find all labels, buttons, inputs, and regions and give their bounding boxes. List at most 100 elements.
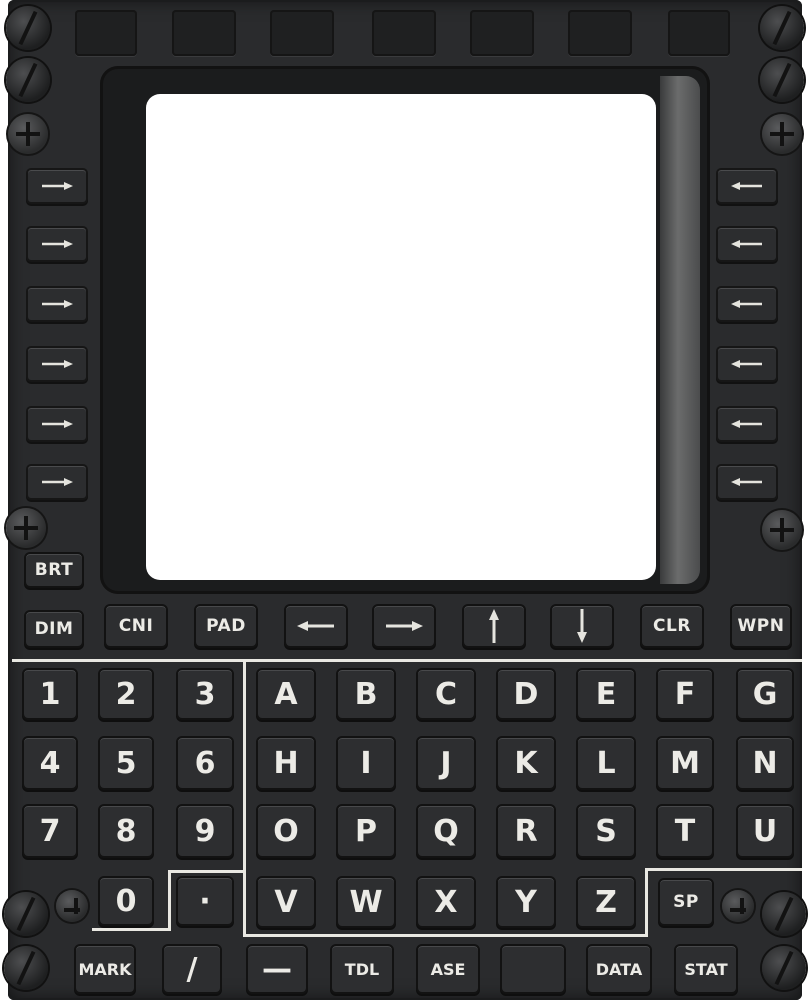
key-b[interactable]: B bbox=[336, 668, 396, 720]
key-j[interactable]: J bbox=[416, 736, 476, 790]
top-button-3[interactable] bbox=[270, 10, 334, 56]
key-g[interactable]: G bbox=[736, 668, 794, 720]
cni-key[interactable]: CNI bbox=[104, 604, 168, 648]
key-decimal[interactable]: · bbox=[176, 876, 234, 926]
key-8[interactable]: 8 bbox=[98, 804, 154, 858]
top-button-6[interactable] bbox=[568, 10, 632, 56]
key-3[interactable]: 3 bbox=[176, 668, 234, 720]
pad-key[interactable]: PAD bbox=[194, 604, 258, 648]
divider-line bbox=[168, 870, 171, 930]
key-a[interactable]: A bbox=[256, 668, 316, 720]
lsk-left-1[interactable] bbox=[26, 168, 88, 204]
screw-icon bbox=[6, 508, 46, 548]
key-h[interactable]: H bbox=[256, 736, 316, 790]
key-9[interactable]: 9 bbox=[176, 804, 234, 858]
lsk-left-3[interactable] bbox=[26, 286, 88, 322]
key-0[interactable]: 0 bbox=[98, 876, 154, 926]
key-i[interactable]: I bbox=[336, 736, 396, 790]
mark-key[interactable]: MARK bbox=[74, 944, 136, 994]
lsk-right-4[interactable] bbox=[716, 346, 778, 382]
key-w[interactable]: W bbox=[336, 876, 396, 928]
key-v[interactable]: V bbox=[256, 876, 316, 928]
data-key[interactable]: DATA bbox=[586, 944, 652, 994]
key-k[interactable]: K bbox=[496, 736, 556, 790]
key-1[interactable]: 1 bbox=[22, 668, 78, 720]
arrow-left-icon bbox=[731, 182, 762, 190]
lsk-left-2[interactable] bbox=[26, 226, 88, 262]
screw-icon bbox=[762, 510, 802, 550]
key-c[interactable]: C bbox=[416, 668, 476, 720]
key-l[interactable]: L bbox=[576, 736, 636, 790]
arrow-down-key[interactable] bbox=[550, 604, 614, 648]
top-button-2[interactable] bbox=[172, 10, 236, 56]
arrow-left-icon bbox=[731, 240, 762, 248]
arrow-left-icon bbox=[731, 300, 762, 308]
arrow-left-key[interactable] bbox=[284, 604, 348, 648]
arrow-right-icon bbox=[42, 300, 73, 308]
key-x[interactable]: X bbox=[416, 876, 476, 928]
stat-key[interactable]: STAT bbox=[674, 944, 738, 994]
ase-key[interactable]: ASE bbox=[416, 944, 480, 994]
lsk-right-6[interactable] bbox=[716, 464, 778, 500]
lsk-left-6[interactable] bbox=[26, 464, 88, 500]
key-n[interactable]: N bbox=[736, 736, 794, 790]
top-button-1[interactable] bbox=[75, 10, 137, 56]
corner-knob-bottom-right-upper bbox=[762, 892, 806, 936]
screw-icon bbox=[762, 114, 802, 154]
top-button-7[interactable] bbox=[668, 10, 730, 56]
lsk-right-1[interactable] bbox=[716, 168, 778, 204]
key-f[interactable]: F bbox=[656, 668, 714, 720]
key-7[interactable]: 7 bbox=[22, 804, 78, 858]
key-e[interactable]: E bbox=[576, 668, 636, 720]
corner-knob-bottom-right-lower bbox=[762, 946, 806, 990]
arrow-up-key[interactable] bbox=[462, 604, 526, 648]
wpn-key[interactable]: WPN bbox=[730, 604, 792, 648]
divider-line bbox=[645, 868, 648, 937]
screw-icon bbox=[722, 890, 754, 922]
lsk-right-5[interactable] bbox=[716, 406, 778, 442]
brt-key[interactable]: BRT bbox=[24, 552, 84, 588]
key-m[interactable]: M bbox=[656, 736, 714, 790]
key-p[interactable]: P bbox=[336, 804, 396, 858]
key-o[interactable]: O bbox=[256, 804, 316, 858]
lsk-left-4[interactable] bbox=[26, 346, 88, 382]
key-y[interactable]: Y bbox=[496, 876, 556, 928]
corner-knob-bottom-left-lower bbox=[4, 946, 48, 990]
divider-line bbox=[243, 870, 246, 936]
arrow-right-key[interactable] bbox=[372, 604, 436, 648]
screw-icon bbox=[56, 890, 88, 922]
lsk-right-2[interactable] bbox=[716, 226, 778, 262]
key-s[interactable]: S bbox=[576, 804, 636, 858]
top-button-5[interactable] bbox=[470, 10, 534, 56]
display-screen bbox=[146, 94, 656, 580]
tdl-key[interactable]: TDL bbox=[330, 944, 394, 994]
lsk-left-5[interactable] bbox=[26, 406, 88, 442]
corner-knob-top-left-upper bbox=[6, 6, 50, 50]
slash-key[interactable]: / bbox=[162, 944, 222, 994]
key-d[interactable]: D bbox=[496, 668, 556, 720]
key-t[interactable]: T bbox=[656, 804, 714, 858]
key-q[interactable]: Q bbox=[416, 804, 476, 858]
corner-knob-top-right-upper bbox=[760, 6, 804, 50]
arrow-right-icon bbox=[386, 621, 423, 631]
key-z[interactable]: Z bbox=[576, 876, 636, 928]
arrow-up-icon bbox=[489, 609, 499, 643]
key-u[interactable]: U bbox=[736, 804, 794, 858]
key-2[interactable]: 2 bbox=[98, 668, 154, 720]
divider-line bbox=[243, 660, 246, 872]
key-5[interactable]: 5 bbox=[98, 736, 154, 790]
dash-key[interactable]: — bbox=[246, 944, 308, 994]
arrow-right-icon bbox=[42, 182, 73, 190]
arrow-left-icon bbox=[297, 621, 334, 631]
dim-key[interactable]: DIM bbox=[24, 610, 84, 648]
blank-key[interactable] bbox=[500, 944, 566, 994]
arrow-right-icon bbox=[42, 420, 73, 428]
key-6[interactable]: 6 bbox=[176, 736, 234, 790]
top-button-4[interactable] bbox=[372, 10, 436, 56]
key-r[interactable]: R bbox=[496, 804, 556, 858]
screw-icon bbox=[8, 114, 48, 154]
key-4[interactable]: 4 bbox=[22, 736, 78, 790]
clr-key[interactable]: CLR bbox=[640, 604, 704, 648]
lsk-right-3[interactable] bbox=[716, 286, 778, 322]
sp-key[interactable]: SP bbox=[658, 878, 714, 926]
